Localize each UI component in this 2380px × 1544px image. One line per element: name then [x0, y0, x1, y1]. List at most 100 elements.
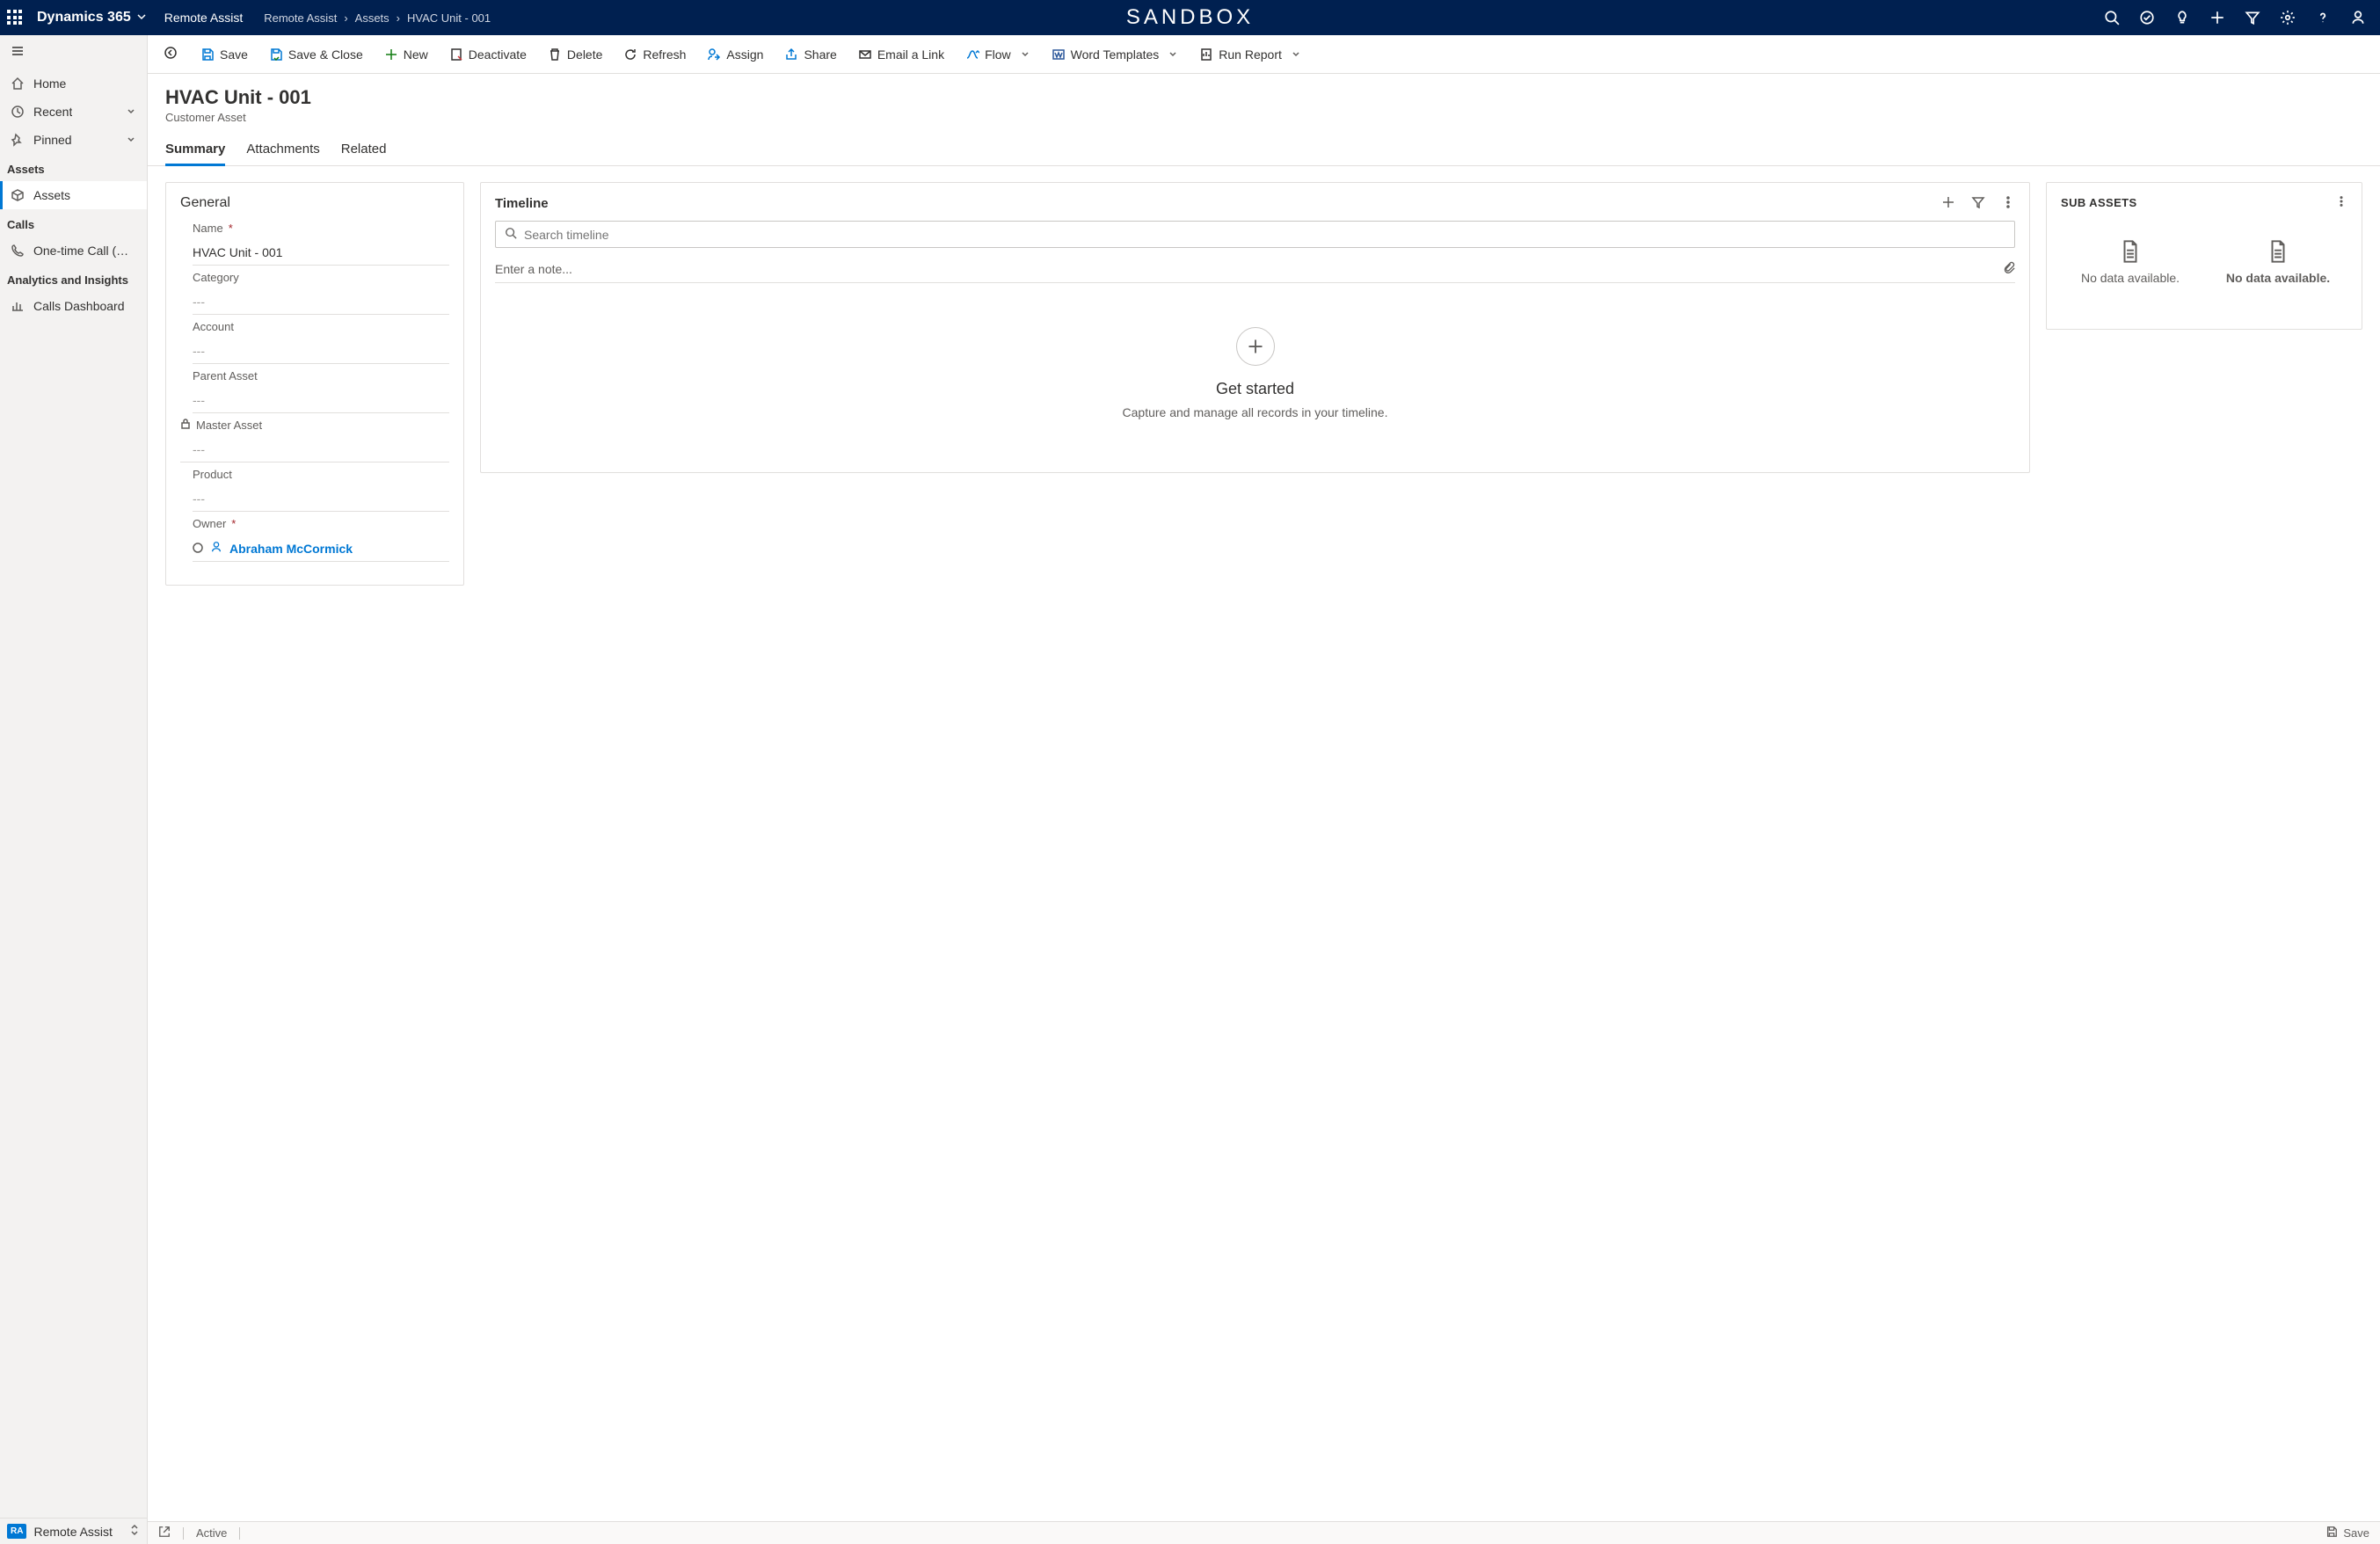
refresh-button[interactable]: Refresh: [615, 42, 695, 67]
new-label: New: [404, 47, 428, 62]
document-icon: [2120, 240, 2141, 266]
field-value-product[interactable]: ---: [193, 486, 449, 512]
deactivate-button[interactable]: Deactivate: [440, 42, 535, 67]
deactivate-label: Deactivate: [469, 47, 527, 62]
filter-icon[interactable]: [2245, 10, 2260, 25]
subassets-title: SUB ASSETS: [2061, 196, 2137, 209]
owner-name: Abraham McCormick: [229, 542, 353, 556]
timeline-search-input[interactable]: [524, 228, 2005, 242]
cube-icon: [11, 188, 25, 202]
topbar: Dynamics 365 Remote Assist Remote Assist…: [0, 0, 2380, 35]
save-button[interactable]: Save: [192, 42, 257, 67]
refresh-icon: [623, 47, 637, 62]
delete-label: Delete: [567, 47, 602, 62]
save-icon: [2325, 1526, 2338, 1540]
field-value-account[interactable]: ---: [193, 339, 449, 364]
field-value-owner[interactable]: Abraham McCormick: [193, 535, 449, 562]
field-label-product: Product: [193, 468, 449, 481]
word-templates-button[interactable]: Word Templates: [1043, 42, 1188, 67]
user-icon[interactable]: [2350, 10, 2366, 25]
field-value-name[interactable]: HVAC Unit - 001: [193, 240, 449, 266]
search-icon: [505, 227, 517, 242]
email-link-label: Email a Link: [877, 47, 944, 62]
share-button[interactable]: Share: [775, 42, 845, 67]
lightbulb-icon[interactable]: [2174, 10, 2190, 25]
search-icon[interactable]: [2104, 10, 2120, 25]
task-icon[interactable]: [2139, 10, 2155, 25]
plus-icon[interactable]: [2209, 10, 2225, 25]
statusbar-save-label: Save: [2343, 1526, 2369, 1540]
clock-icon: [11, 105, 25, 119]
page-subtitle: Customer Asset: [165, 111, 2362, 124]
back-button[interactable]: [156, 40, 185, 68]
run-report-button[interactable]: Run Report: [1190, 42, 1310, 67]
sidebar: Home Recent Pinned Assets Assets Calls O…: [0, 35, 148, 1544]
timeline-filter-icon[interactable]: [1971, 195, 1985, 212]
timeline-more-icon[interactable]: [2001, 195, 2015, 212]
chevron-right-icon: ›: [344, 11, 347, 25]
hamburger-icon[interactable]: [0, 35, 147, 69]
timeline-add-icon[interactable]: [1941, 195, 1955, 212]
flow-label: Flow: [985, 47, 1011, 62]
attach-icon[interactable]: [2003, 260, 2015, 277]
field-value-parent-asset[interactable]: ---: [193, 388, 449, 413]
subassets-card: SUB ASSETS No data available.: [2046, 182, 2362, 330]
run-report-label: Run Report: [1219, 47, 1282, 62]
app-launcher-icon[interactable]: [7, 10, 23, 25]
new-button[interactable]: New: [375, 42, 437, 67]
sidebar-item-recent[interactable]: Recent: [0, 98, 147, 126]
statusbar-save-button[interactable]: Save: [2325, 1526, 2369, 1540]
chevron-down-icon: [1168, 47, 1178, 62]
person-icon: [210, 541, 222, 556]
settings-icon[interactable]: [2280, 10, 2296, 25]
timeline-getstarted-title: Get started: [495, 380, 2015, 398]
tab-attachments[interactable]: Attachments: [246, 136, 319, 165]
breadcrumb-item[interactable]: Remote Assist: [264, 11, 337, 25]
popout-icon[interactable]: [158, 1526, 171, 1540]
assign-button[interactable]: Assign: [698, 42, 772, 67]
sidebar-item-pinned[interactable]: Pinned: [0, 126, 147, 154]
share-icon: [784, 47, 798, 62]
page-header: HVAC Unit - 001 Customer Asset: [148, 74, 2380, 127]
help-icon[interactable]: [2315, 10, 2331, 25]
lock-icon: [180, 419, 191, 432]
status-text: Active: [196, 1526, 227, 1540]
sidebar-item-home[interactable]: Home: [0, 69, 147, 98]
content-area: Save Save & Close New Deactivate Delete: [148, 35, 2380, 1544]
tab-summary[interactable]: Summary: [165, 136, 225, 165]
sidebar-item-label: Assets: [33, 188, 70, 202]
sidebar-item-label: Home: [33, 76, 66, 91]
brand-caret-icon[interactable]: [136, 11, 147, 25]
share-label: Share: [804, 47, 836, 62]
sidebar-item-assets[interactable]: Assets: [0, 181, 147, 209]
email-link-button[interactable]: Email a Link: [849, 42, 953, 67]
timeline-search[interactable]: [495, 221, 2015, 248]
save-close-button[interactable]: Save & Close: [260, 42, 372, 67]
timeline-card: Timeline Enter a note...: [480, 182, 2030, 473]
flow-button[interactable]: Flow: [957, 42, 1039, 67]
sidebar-app-switcher[interactable]: RA Remote Assist: [0, 1518, 147, 1544]
home-icon: [11, 76, 25, 91]
breadcrumb-item[interactable]: Assets: [355, 11, 389, 25]
sidebar-item-onetime-call[interactable]: One-time Call (Previ...: [0, 237, 147, 265]
sidebar-item-label: One-time Call (Previ...: [33, 244, 136, 258]
pin-icon: [11, 133, 25, 147]
tab-related[interactable]: Related: [341, 136, 387, 165]
breadcrumb-item[interactable]: HVAC Unit - 001: [407, 11, 491, 25]
report-icon: [1199, 47, 1213, 62]
subassets-more-icon[interactable]: [2335, 195, 2347, 210]
timeline-add-circle[interactable]: [1236, 327, 1275, 366]
field-label-category: Category: [193, 271, 449, 284]
general-card: General Name* HVAC Unit - 001 Category -…: [165, 182, 464, 586]
save-close-icon: [269, 47, 283, 62]
breadcrumbs: Remote Assist › Assets › HVAC Unit - 001: [264, 11, 491, 25]
brand-label[interactable]: Dynamics 365: [37, 10, 131, 25]
delete-button[interactable]: Delete: [539, 42, 611, 67]
chevron-down-icon: [1020, 47, 1030, 62]
field-value-category[interactable]: ---: [193, 289, 449, 315]
deactivate-icon: [449, 47, 463, 62]
sidebar-item-calls-dashboard[interactable]: Calls Dashboard: [0, 292, 147, 320]
chevron-down-icon: [1291, 47, 1301, 62]
timeline-note-row[interactable]: Enter a note...: [495, 255, 2015, 283]
delete-icon: [548, 47, 562, 62]
